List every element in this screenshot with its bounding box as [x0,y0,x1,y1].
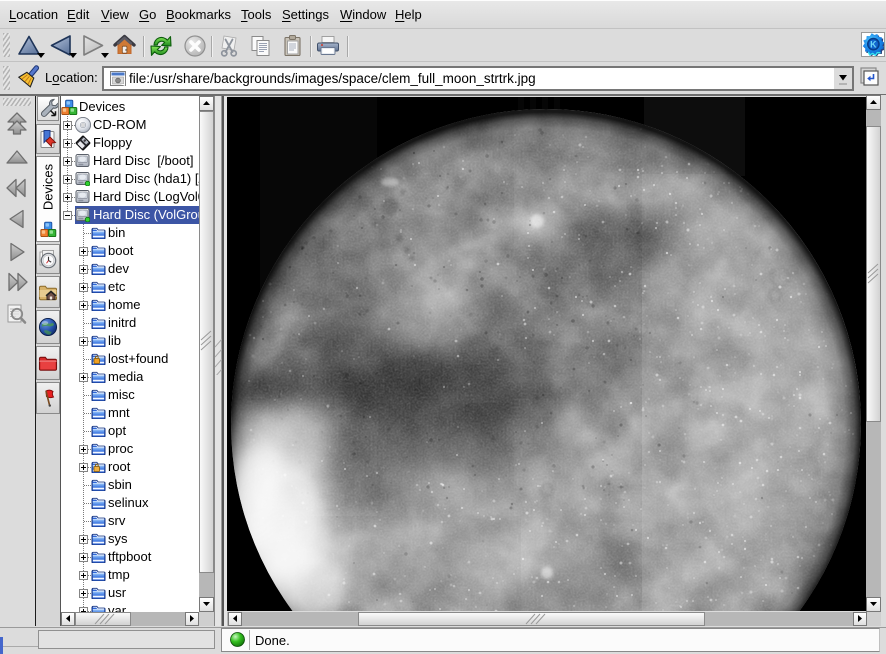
svg-text:K: K [870,39,877,49]
